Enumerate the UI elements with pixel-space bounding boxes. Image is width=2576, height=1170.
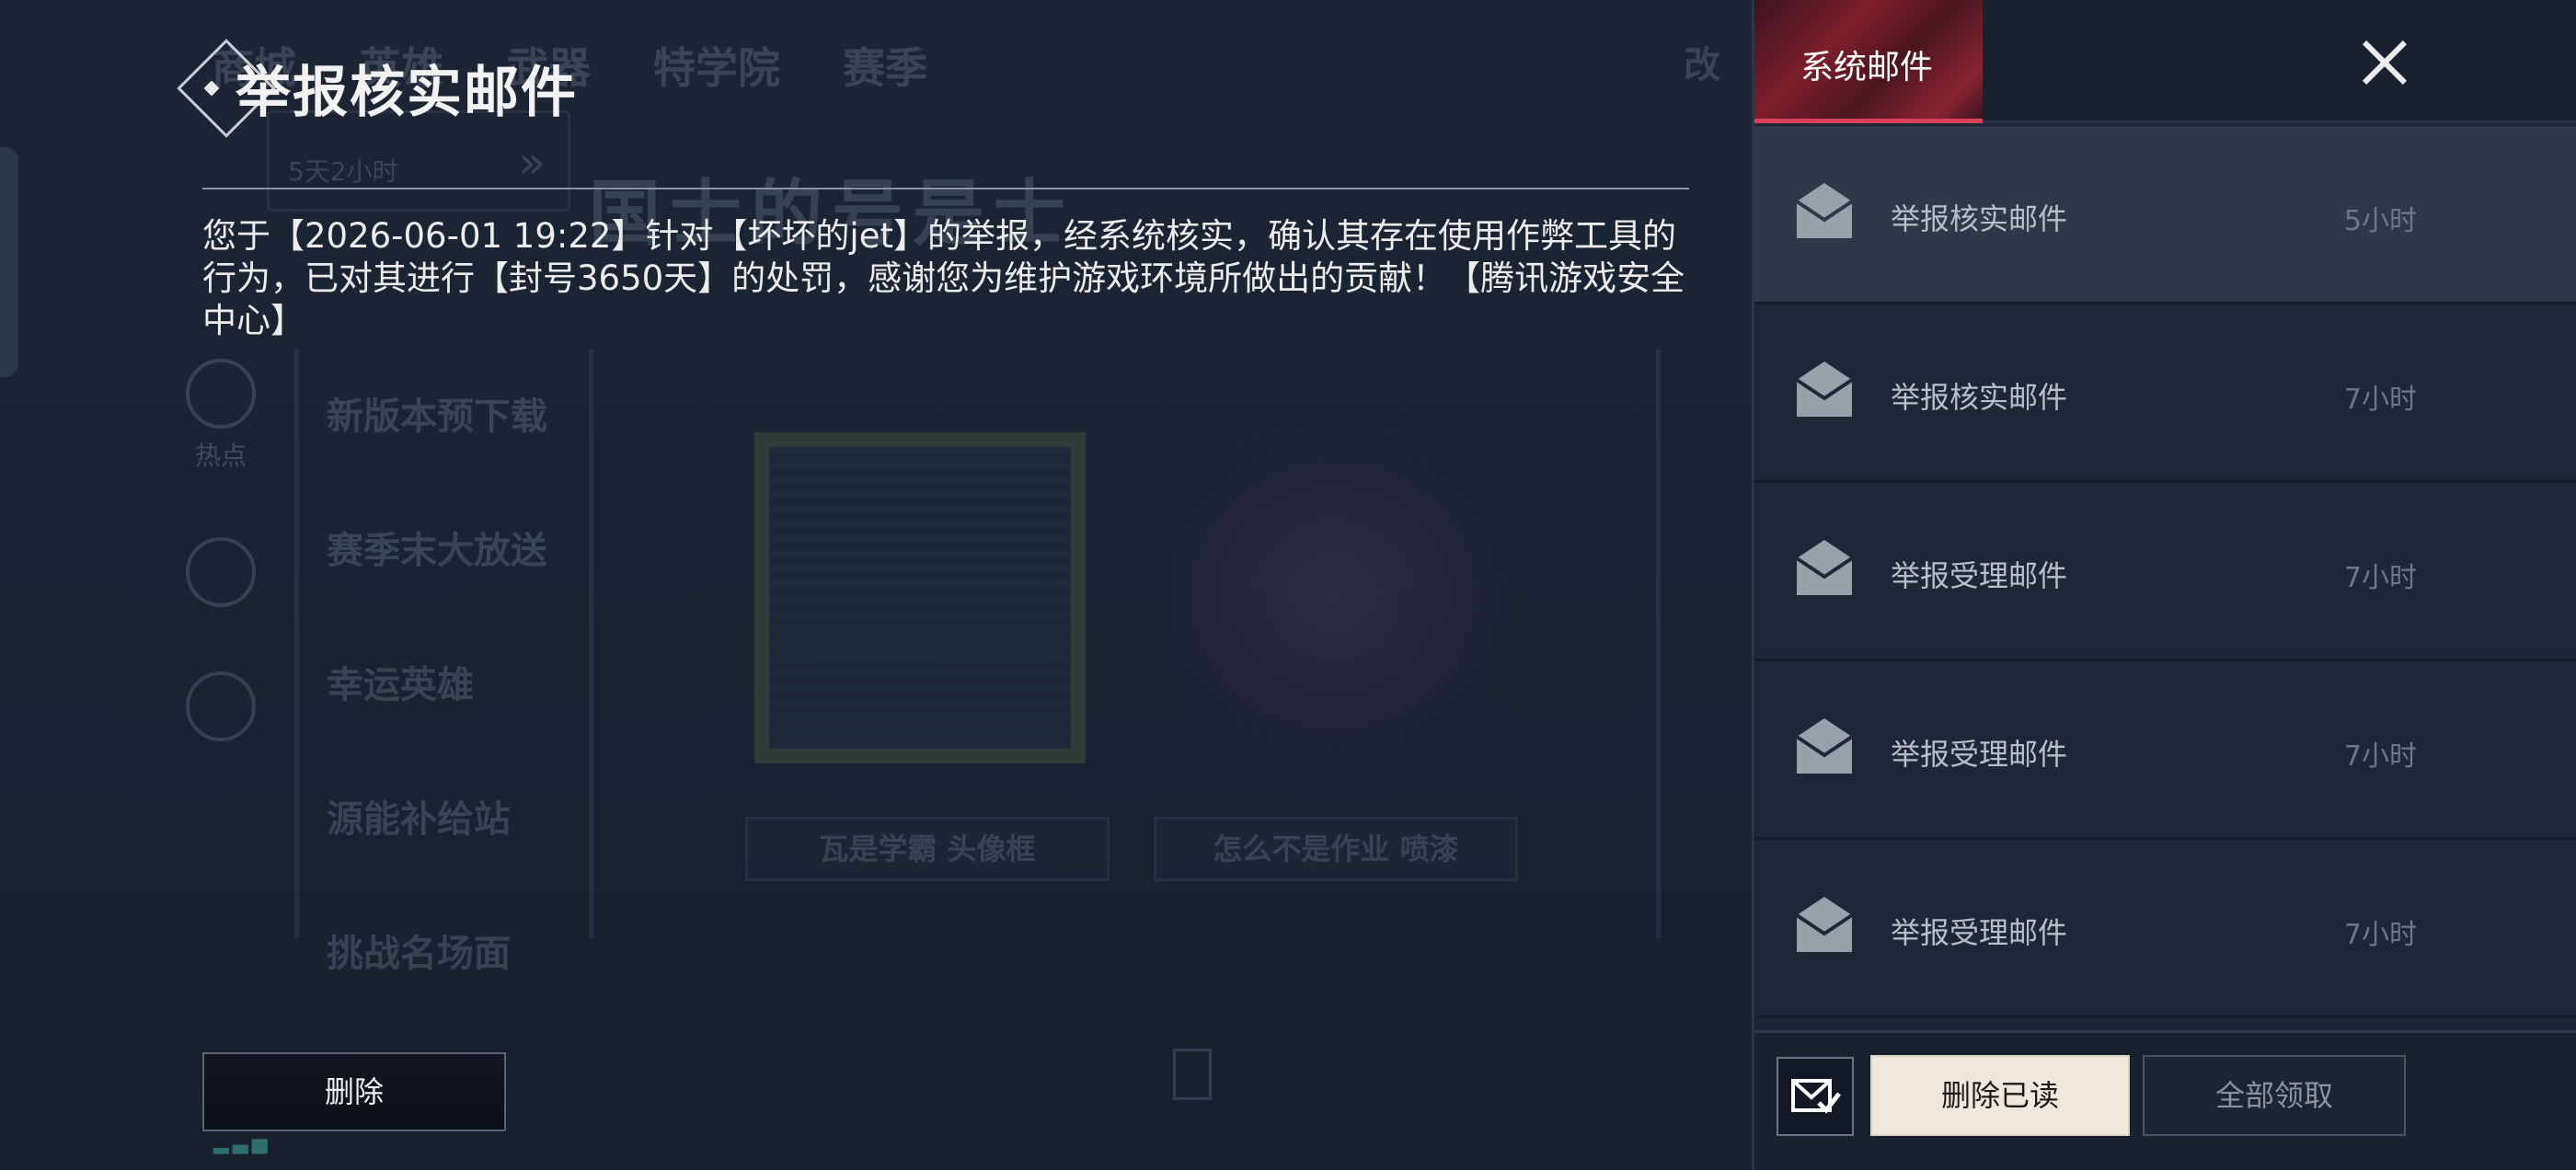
mark-read-button[interactable]	[1777, 1057, 1854, 1136]
title-divider	[202, 188, 1689, 189]
mail-list-item-time: 5小时	[2343, 205, 2417, 237]
mail-check-icon	[1791, 1079, 1841, 1114]
mail-list: 举报核实邮件 5小时 举报核实邮件 7小时 举报受理邮件 7小时 举报受理邮件 7小时 举报受理…	[1754, 126, 2576, 1018]
sidebar-header: 系统邮件	[1754, 0, 2576, 123]
envelope-icon	[1793, 360, 1856, 420]
mail-list-item[interactable]: 举报受理邮件 7小时	[1754, 661, 2576, 840]
mail-list-item-time: 7小时	[2343, 562, 2417, 594]
mail-list-item[interactable]: 举报核实邮件 7小时	[1754, 304, 2576, 483]
envelope-icon	[1793, 895, 1856, 956]
envelope-icon	[1793, 538, 1856, 599]
mail-title-row: 举报核实邮件	[177, 39, 576, 138]
envelope-icon	[1793, 181, 1856, 242]
mail-list-sidebar: 系统邮件 举报核实邮件 5小时 举报核实邮件 7小时 举报受理邮件 7小时 举报受理邮件 7小…	[1752, 0, 2576, 1170]
mail-list-item[interactable]: 举报受理邮件 7小时	[1754, 840, 2576, 1018]
mail-list-item[interactable]: 举报受理邮件 7小时	[1754, 483, 2576, 661]
mail-list-item-name: 举报核实邮件	[1891, 380, 2068, 415]
mail-list-item-name: 举报受理邮件	[1891, 915, 2068, 950]
mail-title: 举报核实邮件	[236, 61, 578, 125]
tab-system-mail-label: 系统邮件	[1800, 49, 1934, 86]
mail-list-item-name: 举报受理邮件	[1891, 737, 2068, 772]
mail-detail-panel: 举报核实邮件 您于【2026-06-01 19:22】针对【坏坏的jet】的举报…	[0, 0, 1752, 1170]
mail-list-item-time: 7小时	[2343, 384, 2417, 416]
tab-system-mail[interactable]: 系统邮件	[1754, 0, 1983, 123]
game-screen: 商城 英雄 武器 特学院 赛季 改 5天2小时 » 国士的号是士 热点 新版本预…	[0, 0, 2576, 1170]
claim-all-button[interactable]: 全部领取	[2143, 1055, 2406, 1136]
delete-button[interactable]: 删除	[202, 1052, 506, 1131]
mail-list-item-time: 7小时	[2343, 740, 2417, 773]
envelope-icon	[1793, 717, 1856, 777]
mail-body-text: 您于【2026-06-01 19:22】针对【坏坏的jet】的举报，经系统核实，…	[202, 216, 1685, 340]
delete-read-button[interactable]: 删除已读	[1870, 1055, 2130, 1136]
sidebar-footer: 删除已读 全部领取	[1754, 1030, 2576, 1170]
mail-list-item-name: 举报核实邮件	[1891, 201, 2068, 236]
mail-list-item-time: 7小时	[2343, 919, 2417, 951]
mail-list-item[interactable]: 举报核实邮件 5小时	[1754, 126, 2576, 304]
close-icon[interactable]	[2352, 31, 2426, 94]
mail-list-item-name: 举报受理邮件	[1891, 558, 2068, 593]
